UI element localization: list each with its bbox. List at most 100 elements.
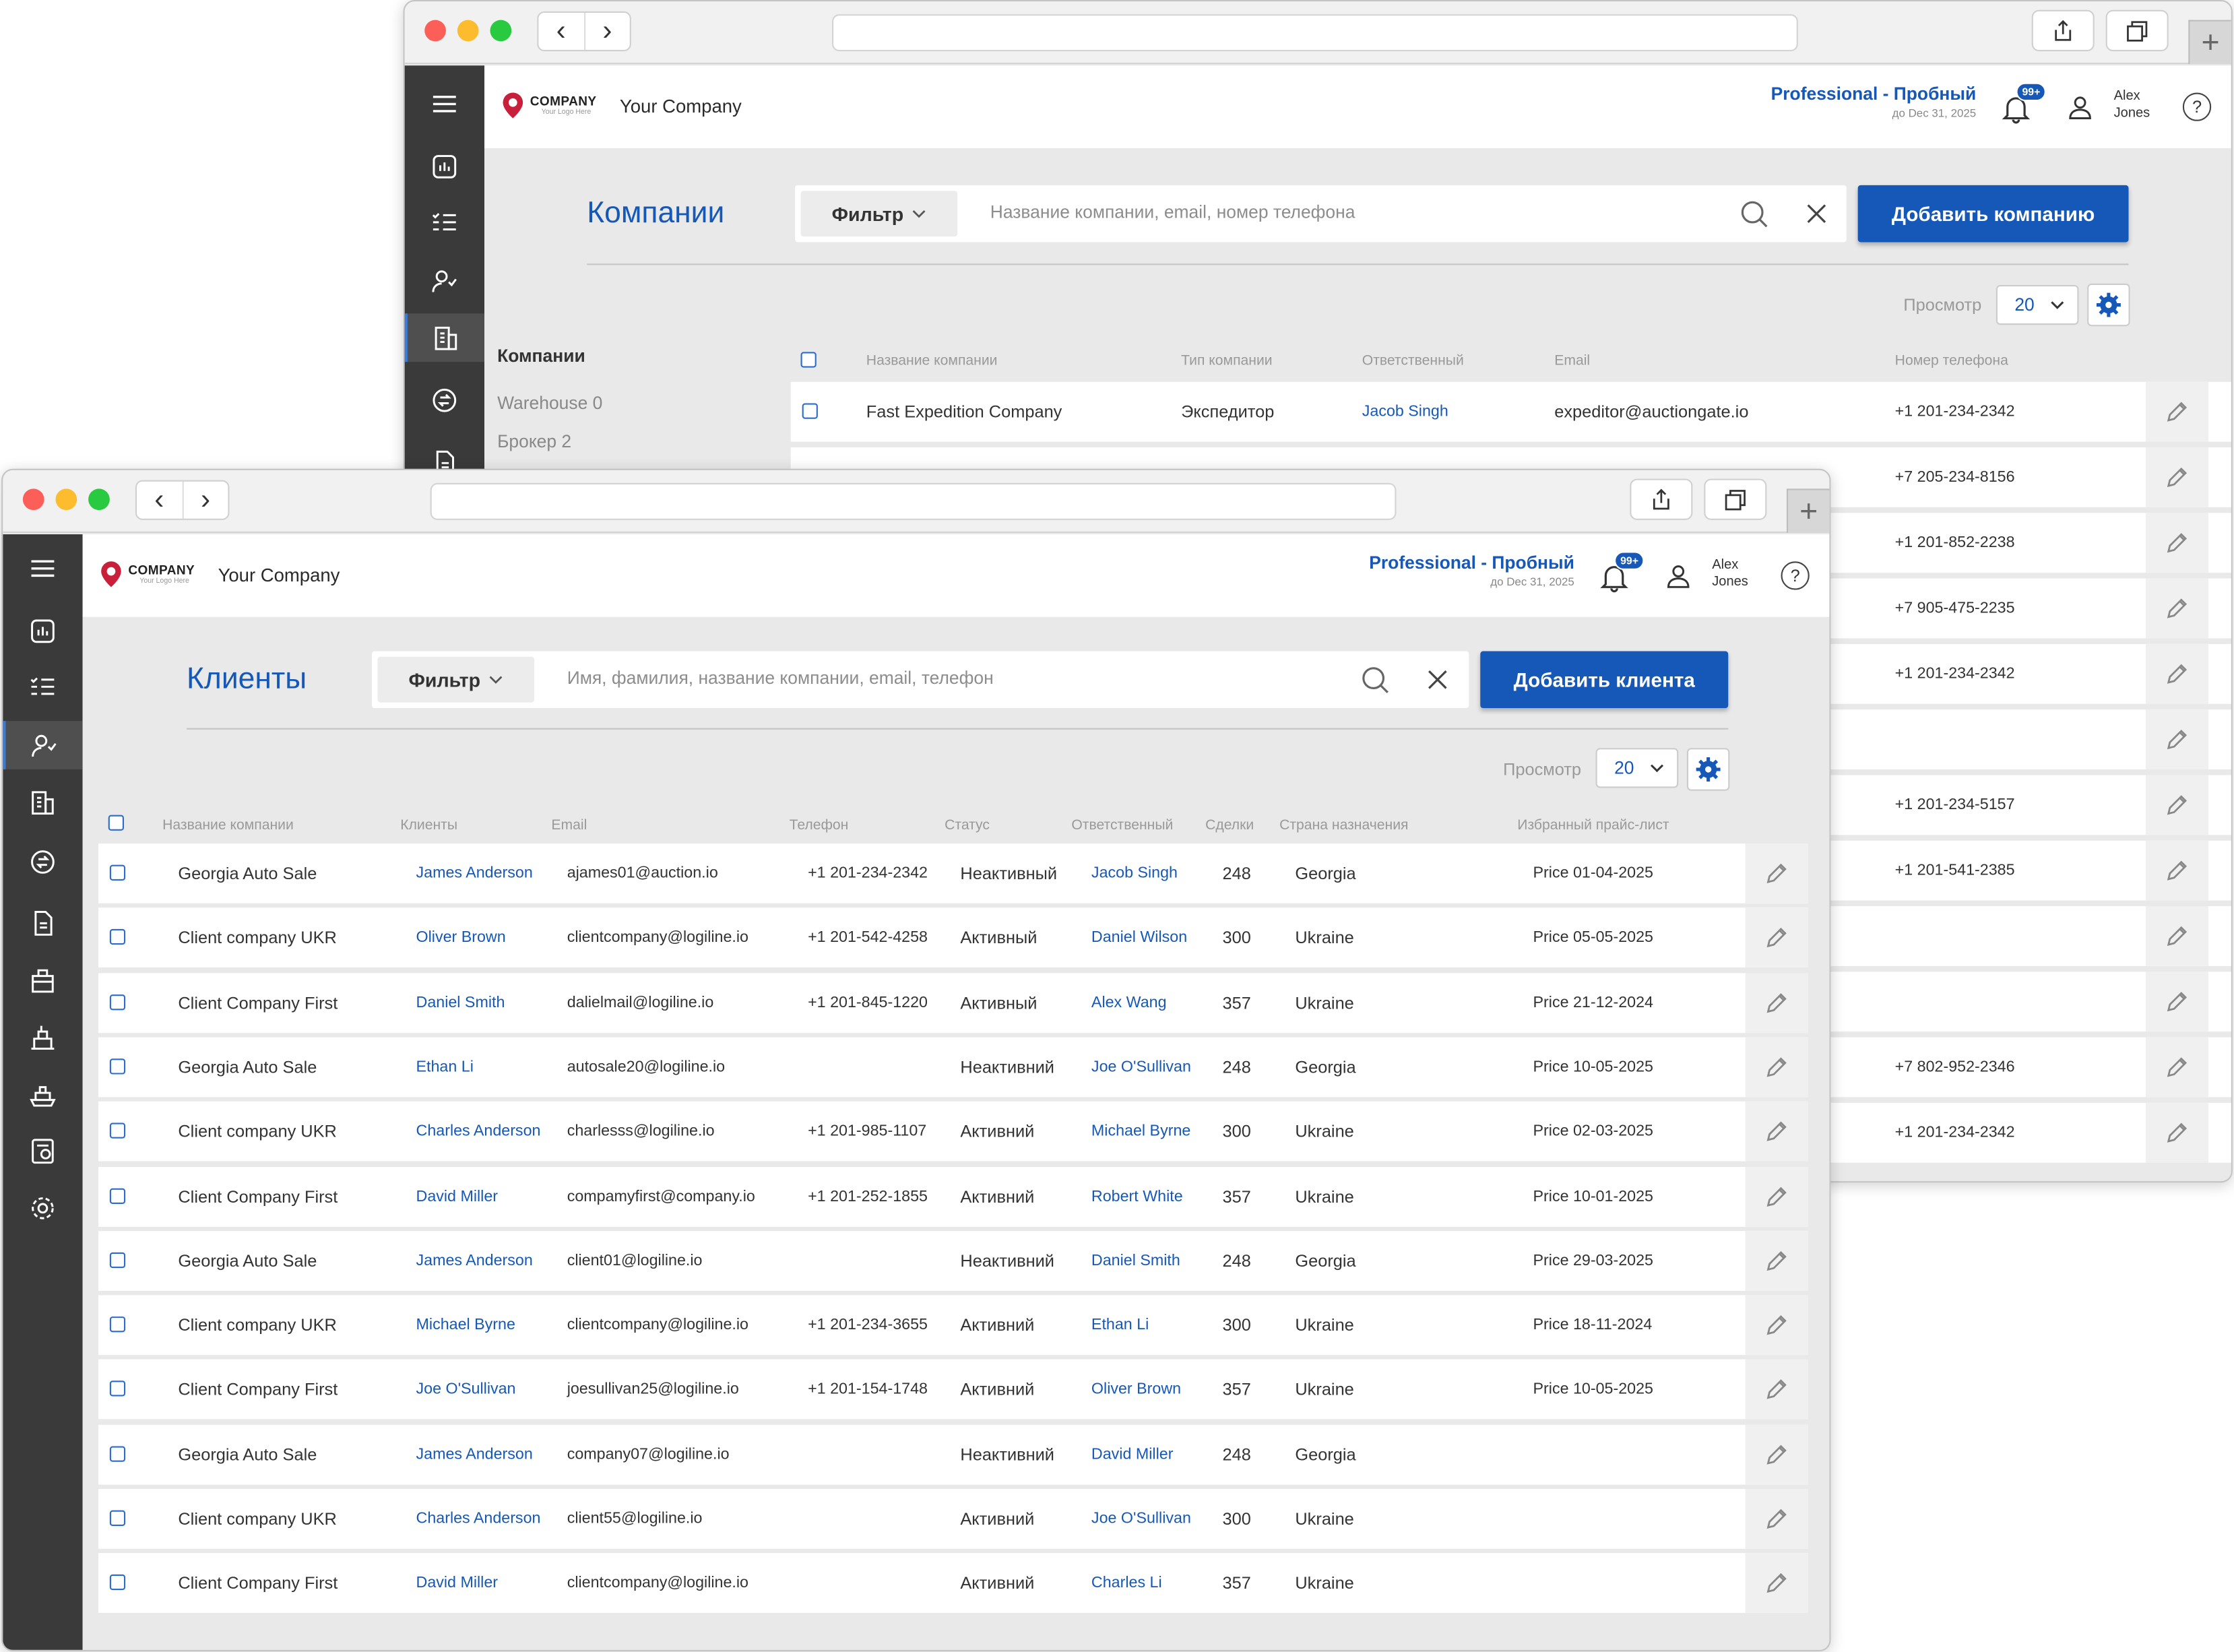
manager-link[interactable]: Daniel Smith [1091, 1252, 1180, 1269]
column-header[interactable]: Ответственный [1362, 353, 1464, 369]
user-icon[interactable] [2068, 94, 2093, 120]
edit-button[interactable] [1745, 1360, 1808, 1420]
left-panel-item[interactable]: Брокер 2 [497, 432, 571, 452]
sidebar-item-companies[interactable] [404, 313, 485, 362]
table-row[interactable]: Client company UKR Michael Byrne clientcom… [98, 1295, 1808, 1356]
tabs-button[interactable] [1704, 478, 1767, 520]
share-button[interactable] [2031, 9, 2095, 52]
edit-button[interactable] [1745, 1037, 1808, 1098]
edit-button[interactable] [2145, 906, 2208, 966]
forward-arrow-icon[interactable]: › [585, 13, 630, 50]
settings-button[interactable] [2087, 283, 2130, 327]
price-list-cell[interactable]: Price 10-05-2025 [1533, 1381, 1653, 1398]
client-link[interactable]: Ethan Li [416, 1058, 474, 1075]
edit-button[interactable] [2145, 513, 2208, 573]
edit-button[interactable] [1745, 843, 1808, 903]
sidebar-item-documents[interactable] [3, 899, 82, 947]
column-header[interactable]: Клиенты [400, 818, 457, 833]
manager-link[interactable]: Michael Byrne [1091, 1123, 1190, 1140]
manager-link[interactable]: Oliver Brown [1091, 1381, 1181, 1398]
client-link[interactable]: Joe O'Sullivan [416, 1381, 516, 1398]
edit-button[interactable] [1745, 1102, 1808, 1162]
sidebar-item-tasks[interactable] [405, 199, 484, 248]
row-checkbox[interactable] [109, 864, 126, 881]
sidebar-item-tasks[interactable] [3, 664, 82, 712]
maximize-window-button[interactable] [88, 488, 110, 511]
edit-button[interactable] [1745, 1553, 1808, 1614]
filter-dropdown[interactable]: Фильтр [377, 656, 535, 703]
company-name-cell[interactable]: Fast Expedition Company [866, 402, 1062, 422]
client-link[interactable]: James Anderson [416, 1252, 533, 1269]
close-window-button[interactable] [22, 488, 44, 511]
manager-link[interactable]: David Miller [1091, 1446, 1174, 1463]
manager-link[interactable]: Jacob Singh [1091, 865, 1178, 882]
forward-arrow-icon[interactable]: › [183, 482, 228, 519]
client-link[interactable]: David Miller [416, 1188, 499, 1205]
address-bar[interactable] [832, 14, 1798, 52]
price-list-cell[interactable]: Price 10-01-2025 [1533, 1188, 1653, 1205]
sidebar-item-clients[interactable] [3, 721, 83, 769]
back-arrow-icon[interactable]: ‹ [538, 13, 585, 51]
address-bar[interactable] [430, 482, 1397, 520]
close-window-button[interactable] [424, 20, 446, 42]
sidebar-item-dashboard[interactable] [405, 142, 484, 191]
column-header[interactable]: Номер телефона [1895, 353, 2008, 369]
client-link[interactable]: James Anderson [416, 1446, 533, 1463]
row-checkbox[interactable] [109, 1122, 126, 1139]
manager-link[interactable]: Alex Wang [1091, 994, 1167, 1011]
edit-button[interactable] [1745, 1488, 1808, 1549]
edit-button[interactable] [2145, 775, 2208, 835]
sidebar-item-payments[interactable] [405, 376, 484, 424]
add-company-button[interactable]: Добавить компанию [1857, 185, 2129, 243]
client-link[interactable]: David Miller [416, 1575, 499, 1591]
client-link[interactable]: Daniel Smith [416, 994, 505, 1011]
menu-button[interactable] [405, 80, 484, 128]
price-list-cell[interactable]: Price 10-05-2025 [1533, 1058, 1653, 1075]
row-checkbox[interactable] [802, 403, 818, 419]
edit-button[interactable] [1745, 1166, 1808, 1226]
manager-link[interactable]: Jacob Singh [1362, 403, 1448, 420]
row-checkbox[interactable] [109, 929, 126, 945]
table-row[interactable]: Client company UKR Charles Anderson charle… [98, 1102, 1808, 1162]
select-all-checkbox[interactable] [800, 352, 817, 368]
clear-search-icon[interactable] [1804, 201, 1829, 226]
column-header[interactable]: Название компании [866, 353, 998, 369]
edit-button[interactable] [1745, 908, 1808, 968]
table-row[interactable]: Georgia Auto Sale James Anderson ajames01@… [98, 843, 1808, 903]
left-panel-item[interactable]: Warehouse 0 [497, 393, 602, 414]
table-row[interactable]: Georgia Auto Sale Ethan Li autosale20@logi… [98, 1037, 1808, 1098]
new-tab-button[interactable]: + [1786, 488, 1830, 533]
column-header[interactable]: Избранный прайс-лист [1517, 818, 1669, 833]
plan-info[interactable]: Professional - Пробный до Dec 31, 2025 [1771, 84, 1977, 120]
column-header[interactable]: Email [551, 818, 587, 833]
edit-button[interactable] [2145, 840, 2208, 901]
edit-button[interactable] [2145, 709, 2208, 769]
price-list-cell[interactable]: Price 01-04-2025 [1533, 865, 1653, 882]
search-input[interactable]: Имя, фамилия, название компании, email, … [567, 668, 994, 689]
share-button[interactable] [1630, 478, 1693, 520]
manager-link[interactable]: Joe O'Sullivan [1091, 1058, 1191, 1075]
search-icon[interactable] [1740, 199, 1768, 228]
sidebar-item-companies[interactable] [3, 778, 82, 827]
sidebar-item-clients[interactable] [405, 257, 484, 305]
price-list-cell[interactable]: Price 21-12-2024 [1533, 994, 1653, 1011]
sidebar-item-payments[interactable] [3, 838, 82, 887]
column-header[interactable]: Сделки [1205, 818, 1254, 833]
help-icon[interactable]: ? [1781, 561, 1810, 590]
help-icon[interactable]: ? [2182, 92, 2212, 121]
table-row[interactable]: Client Company First David Miller compamyf… [98, 1166, 1808, 1226]
manager-link[interactable]: Robert White [1091, 1188, 1183, 1205]
edit-button[interactable] [2145, 578, 2208, 639]
edit-button[interactable] [1745, 1295, 1808, 1356]
back-arrow-icon[interactable]: ‹ [137, 481, 183, 519]
new-tab-button[interactable]: + [2188, 20, 2231, 65]
manager-link[interactable]: Joe O'Sullivan [1091, 1511, 1191, 1527]
maximize-window-button[interactable] [490, 20, 512, 42]
edit-button[interactable] [1745, 1230, 1808, 1291]
sidebar-item-settings[interactable] [3, 1184, 82, 1232]
table-row[interactable]: Georgia Auto Sale James Anderson client01@… [98, 1230, 1808, 1291]
menu-button[interactable] [3, 544, 82, 593]
plan-info[interactable]: Professional - Пробный до Dec 31, 2025 [1369, 553, 1574, 589]
column-header[interactable]: Тип компании [1181, 353, 1272, 369]
minimize-window-button[interactable] [457, 20, 479, 42]
